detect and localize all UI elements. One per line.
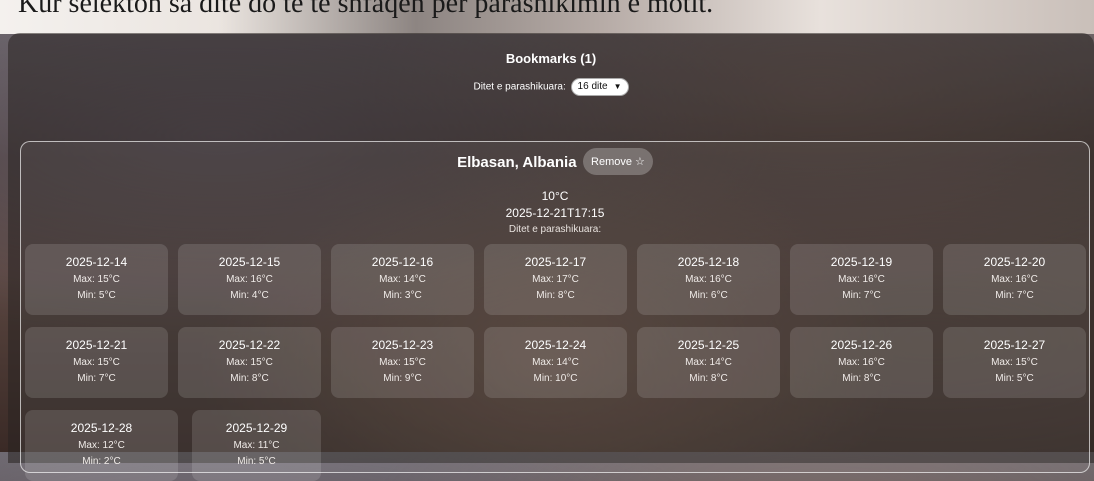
- forecast-max: Max: 14°C: [532, 357, 579, 368]
- current-time: 2025-12-21T17:15: [505, 206, 605, 220]
- forecast-day-card: 2025-12-27 Max: 15°C Min: 5°C: [943, 327, 1086, 398]
- forecast-max: Max: 15°C: [226, 357, 273, 368]
- forecast-day-card: 2025-12-14 Max: 15°C Min: 5°C: [25, 244, 168, 315]
- forecast-max: Max: 14°C: [685, 357, 732, 368]
- forecast-date: 2025-12-24: [524, 338, 587, 352]
- forecast-max: Max: 12°C: [78, 440, 125, 451]
- forecast-date: 2025-12-26: [830, 338, 893, 352]
- forecast-max: Max: 16°C: [838, 357, 885, 368]
- forecast-day-card: 2025-12-19 Max: 16°C Min: 7°C: [790, 244, 933, 315]
- forecast-min: Min: 5°C: [995, 373, 1034, 384]
- forecast-days-label: Ditet e parashikuara:: [473, 81, 566, 93]
- forecast-date: 2025-12-20: [983, 255, 1046, 269]
- forecast-max: Max: 15°C: [73, 274, 120, 285]
- bookmark-card: Elbasan, Albania Remove ☆ 10°C 2025-12-2…: [20, 141, 1090, 481]
- forecast-min: Min: 8°C: [689, 373, 728, 384]
- forecast-day-card: 2025-12-25 Max: 14°C Min: 8°C: [637, 327, 780, 398]
- bookmarks-title: Bookmarks (1): [505, 51, 597, 66]
- current-temperature: 10°C: [541, 189, 569, 203]
- forecast-min: Min: 9°C: [383, 373, 422, 384]
- forecast-max: Max: 17°C: [532, 274, 579, 285]
- forecast-day-card: 2025-12-17 Max: 17°C Min: 8°C: [484, 244, 627, 315]
- forecast-days-caption: Ditet e parashikuara:: [508, 224, 602, 235]
- forecast-date: 2025-12-27: [983, 338, 1046, 352]
- forecast-min: Min: 5°C: [77, 290, 116, 301]
- forecast-min: Min: 4°C: [230, 290, 269, 301]
- page-header-strip: Kur selekton sa dite do te te shfaqen pe…: [0, 0, 1094, 34]
- forecast-max: Max: 15°C: [379, 357, 426, 368]
- forecast-min: Min: 8°C: [842, 373, 881, 384]
- forecast-date: 2025-12-21: [65, 338, 128, 352]
- forecast-min: Min: 5°C: [237, 456, 276, 467]
- forecast-min: Min: 10°C: [533, 373, 578, 384]
- forecast-date: 2025-12-25: [677, 338, 740, 352]
- forecast-date: 2025-12-18: [677, 255, 740, 269]
- forecast-date: 2025-12-28: [70, 421, 133, 435]
- forecast-day-card: 2025-12-21 Max: 15°C Min: 7°C: [25, 327, 168, 398]
- forecast-max: Max: 14°C: [379, 274, 426, 285]
- forecast-date: 2025-12-22: [218, 338, 281, 352]
- remove-bookmark-button[interactable]: Remove ☆: [583, 148, 653, 175]
- forecast-days-value: 16 dite: [577, 81, 608, 92]
- bookmarks-panel: Bookmarks (1) Ditet e parashikuara: 16 d…: [8, 33, 1094, 481]
- forecast-min: Min: 2°C: [82, 456, 121, 467]
- forecast-max: Max: 16°C: [226, 274, 273, 285]
- bookmark-card-header: Elbasan, Albania Remove ☆: [21, 142, 1089, 175]
- chevron-down-icon: ▼: [613, 82, 622, 91]
- forecast-max: Max: 15°C: [991, 357, 1038, 368]
- forecast-days-row: Ditet e parashikuara: 16 dite ▼: [8, 78, 1094, 96]
- forecast-date: 2025-12-16: [371, 255, 434, 269]
- forecast-day-card: 2025-12-24 Max: 14°C Min: 10°C: [484, 327, 627, 398]
- forecast-date: 2025-12-29: [225, 421, 288, 435]
- forecast-day-card: 2025-12-20 Max: 16°C Min: 7°C: [943, 244, 1086, 315]
- forecast-max: Max: 16°C: [991, 274, 1038, 285]
- forecast-day-card: 2025-12-22 Max: 15°C Min: 8°C: [178, 327, 321, 398]
- forecast-day-card: 2025-12-26 Max: 16°C Min: 8°C: [790, 327, 933, 398]
- forecast-date: 2025-12-15: [218, 255, 281, 269]
- forecast-day-card: 2025-12-16 Max: 14°C Min: 3°C: [331, 244, 474, 315]
- forecast-day-card: 2025-12-18 Max: 16°C Min: 6°C: [637, 244, 780, 315]
- forecast-grid: 2025-12-14 Max: 15°C Min: 5°C 2025-12-15 Ma…: [25, 244, 1087, 481]
- forecast-min: Min: 7°C: [995, 290, 1034, 301]
- forecast-date: 2025-12-14: [65, 255, 128, 269]
- forecast-day-card: 2025-12-23 Max: 15°C Min: 9°C: [331, 327, 474, 398]
- city-name: Elbasan, Albania: [457, 154, 577, 171]
- forecast-day-card: 2025-12-28 Max: 12°C Min: 2°C: [25, 410, 178, 481]
- forecast-min: Min: 8°C: [536, 290, 575, 301]
- forecast-days-select[interactable]: 16 dite ▼: [570, 78, 629, 96]
- forecast-max: Max: 16°C: [685, 274, 732, 285]
- forecast-min: Min: 7°C: [842, 290, 881, 301]
- forecast-max: Max: 16°C: [838, 274, 885, 285]
- page-instruction-text: Kur selekton sa dite do te te shfaqen pe…: [18, 0, 714, 19]
- forecast-min: Min: 3°C: [383, 290, 422, 301]
- forecast-max: Max: 11°C: [233, 440, 280, 451]
- forecast-day-card: 2025-12-29 Max: 11°C Min: 5°C: [192, 410, 321, 481]
- forecast-max: Max: 15°C: [73, 357, 120, 368]
- forecast-min: Min: 7°C: [77, 373, 116, 384]
- forecast-date: 2025-12-19: [830, 255, 893, 269]
- forecast-min: Min: 6°C: [689, 290, 728, 301]
- forecast-date: 2025-12-23: [371, 338, 434, 352]
- forecast-date: 2025-12-17: [524, 255, 587, 269]
- forecast-min: Min: 8°C: [230, 373, 269, 384]
- forecast-day-card: 2025-12-15 Max: 16°C Min: 4°C: [178, 244, 321, 315]
